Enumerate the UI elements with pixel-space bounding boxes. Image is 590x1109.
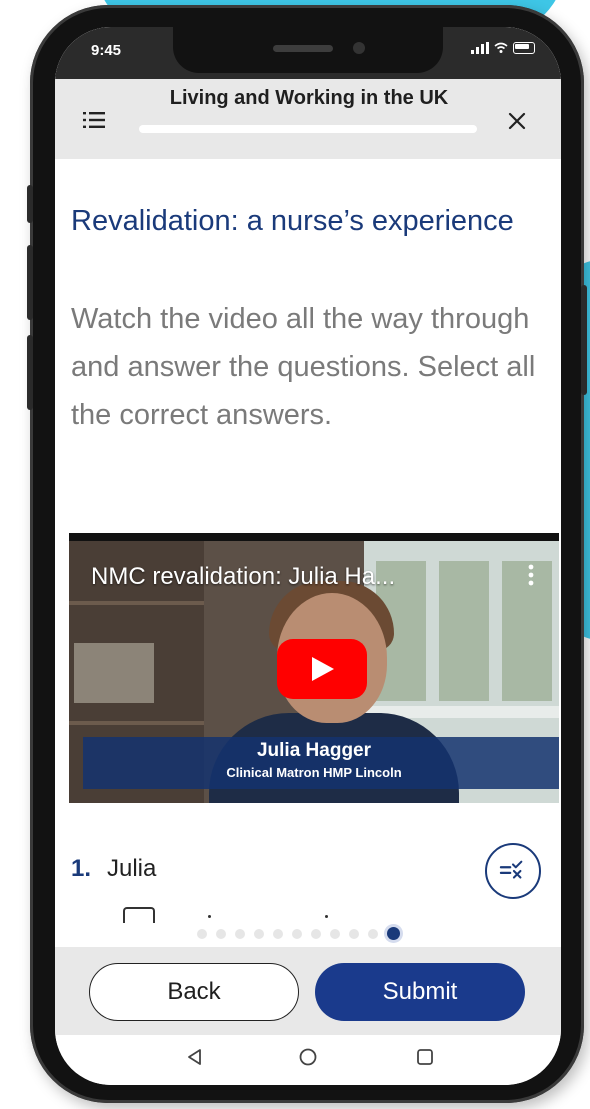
video-lower-third-name: Julia Hagger: [256, 740, 372, 761]
check-answers-icon: [499, 860, 523, 879]
system-nav-bar: [55, 1035, 561, 1085]
pager-dot[interactable]: [235, 928, 245, 939]
front-camera: [353, 42, 365, 54]
video-title[interactable]: NMC revalidation: Julia Ha...: [91, 563, 395, 591]
play-button[interactable]: [277, 639, 367, 699]
stage: 9:45 Living and Working in the UK Revali…: [0, 0, 590, 1109]
nav-recent-icon[interactable]: [415, 1047, 435, 1067]
question-pager: [197, 927, 400, 940]
video-border: [69, 533, 559, 541]
status-time: 9:45: [91, 42, 122, 59]
phone-frame: 9:45 Living and Working in the UK Revali…: [27, 5, 587, 1103]
pager-dot[interactable]: [273, 928, 283, 939]
wifi-icon: [494, 42, 508, 53]
app-header: 9:45 Living and Working in the UK: [55, 27, 561, 159]
lesson-title: Revalidation: a nurse’s experience: [71, 205, 514, 237]
action-bar: Back Submit: [55, 947, 561, 1035]
phone-side-button: [581, 285, 587, 395]
pager-dot[interactable]: [349, 928, 359, 939]
close-icon[interactable]: [507, 111, 527, 131]
lesson-instructions: Watch the video all the way through and …: [71, 303, 536, 431]
nav-home-icon[interactable]: [298, 1047, 318, 1067]
pager-dot[interactable]: [330, 928, 340, 939]
answer-checkbox[interactable]: [123, 907, 155, 923]
pager-dot[interactable]: [254, 928, 264, 939]
check-answers-button[interactable]: [485, 843, 541, 899]
question-number: 1.: [71, 855, 92, 882]
phone-side-button: [27, 185, 33, 223]
back-button[interactable]: Back: [89, 963, 299, 1021]
speaker: [273, 45, 333, 52]
pager-dot[interactable]: [311, 928, 321, 939]
phone-side-button: [27, 245, 33, 320]
status-icons: [471, 42, 535, 54]
video-player[interactable]: Julia Hagger Clinical Matron HMP Lincoln…: [69, 533, 559, 803]
nav-back-icon[interactable]: [185, 1047, 205, 1067]
status-bar: 9:45: [55, 27, 561, 79]
phone-side-button: [27, 335, 33, 410]
pager-dot[interactable]: [368, 928, 378, 939]
notch: [173, 27, 443, 73]
lesson-header-title: Living and Working in the UK: [169, 87, 449, 109]
pager-dot[interactable]: [292, 928, 302, 939]
video-frame-books: [74, 643, 154, 703]
battery-icon: [513, 42, 535, 54]
pager-dot[interactable]: [387, 927, 400, 940]
more-vertical-icon[interactable]: [521, 561, 541, 589]
menu-icon[interactable]: [83, 111, 105, 129]
signal-icon: [471, 42, 489, 54]
pager-dot[interactable]: [197, 928, 207, 939]
pager-dot[interactable]: [216, 928, 226, 939]
phone-screen: 9:45 Living and Working in the UK Revali…: [55, 27, 561, 1085]
answer-text-partial: [208, 915, 211, 918]
answer-text-partial: [325, 915, 328, 918]
lesson-progress-bar: [139, 125, 477, 133]
submit-button[interactable]: Submit: [315, 963, 525, 1021]
play-icon: [312, 657, 334, 681]
question-text: Julia: [107, 855, 157, 882]
video-lower-third-role: Clinical Matron HMP Lincoln: [226, 765, 402, 780]
